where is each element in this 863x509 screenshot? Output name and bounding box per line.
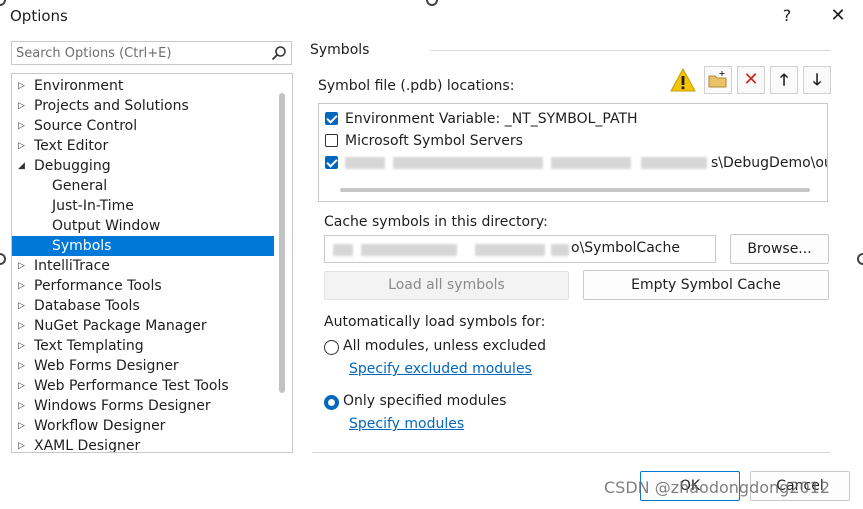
redacted-text — [345, 157, 385, 169]
load-all-symbols-button[interactable]: Load all symbols — [324, 271, 569, 300]
expand-arrow-icon[interactable]: ▷ — [18, 136, 25, 156]
search-icon[interactable] — [271, 45, 287, 61]
redacted-text — [641, 157, 707, 169]
tree-item-web-forms-designer[interactable]: ▷ Web Forms Designer — [12, 356, 274, 376]
expand-arrow-icon[interactable]: ▷ — [18, 96, 25, 116]
tree-item-symbols[interactable]: Symbols — [12, 236, 274, 256]
location-checkbox[interactable] — [325, 134, 338, 147]
tree-item-performance-tools[interactable]: ▷ Performance Tools — [12, 276, 274, 296]
location-checkbox[interactable] — [325, 156, 338, 169]
tree-item-text-templating[interactable]: ▷ Text Templating — [12, 336, 274, 356]
collapse-arrow-icon[interactable]: ◢ — [18, 156, 25, 176]
redacted-text — [475, 244, 545, 256]
list-item[interactable]: s\DebugDemo\ou — [325, 152, 827, 174]
section-title: Symbols — [310, 42, 370, 58]
tree-item-output-window[interactable]: Output Window — [12, 216, 274, 236]
expand-arrow-icon[interactable]: ▷ — [18, 376, 25, 396]
tree-item-windows-forms-designer[interactable]: ▷ Windows Forms Designer — [12, 396, 274, 416]
radio-button[interactable] — [324, 395, 339, 410]
watermark: CSDN @zhaodongdong2012 — [604, 478, 831, 497]
expand-arrow-icon[interactable]: ▷ — [18, 396, 25, 416]
help-button[interactable]: ? — [776, 4, 798, 28]
tree-item-environment[interactable]: ▷ Environment — [12, 76, 274, 96]
tree-item-source-control[interactable]: ▷ Source Control — [12, 116, 274, 136]
warning-icon — [668, 66, 698, 94]
expand-arrow-icon[interactable]: ▷ — [18, 296, 25, 316]
browse-button[interactable]: Browse... — [730, 234, 829, 264]
new-folder-icon — [708, 71, 727, 88]
tree-item-just-in-time[interactable]: Just-In-Time — [12, 196, 274, 216]
footer-divider — [312, 452, 830, 453]
expand-arrow-icon[interactable]: ▷ — [18, 256, 25, 276]
tree-scrollbar[interactable] — [279, 93, 285, 393]
cache-directory-value: o\SymbolCache — [571, 240, 680, 256]
tree-item-nuget-package-manager[interactable]: ▷ NuGet Package Manager — [12, 316, 274, 336]
tree-item-projects-and-solutions[interactable]: ▷ Projects and Solutions — [12, 96, 274, 116]
redacted-text — [393, 157, 543, 169]
cache-directory-label: Cache symbols in this directory: — [324, 214, 548, 230]
tree-item-web-performance-test-tools[interactable]: ▷ Web Performance Test Tools — [12, 376, 274, 396]
cache-directory-field[interactable]: o\SymbolCache — [324, 235, 716, 263]
new-folder-button[interactable] — [704, 66, 732, 94]
expand-arrow-icon[interactable]: ▷ — [18, 416, 25, 436]
delete-icon: ✕ — [743, 69, 759, 90]
expand-arrow-icon[interactable]: ▷ — [18, 316, 25, 336]
delete-button[interactable]: ✕ — [737, 66, 765, 94]
redacted-text — [333, 244, 353, 256]
specify-excluded-modules-link[interactable]: Specify excluded modules — [349, 361, 532, 377]
resize-handle-left[interactable] — [0, 253, 6, 265]
locations-hscrollbar[interactable] — [340, 188, 810, 192]
location-checkbox[interactable] — [325, 112, 338, 125]
move-up-icon: 🡑 — [779, 70, 789, 89]
expand-arrow-icon[interactable]: ▷ — [18, 336, 25, 356]
tree-item-text-editor[interactable]: ▷ Text Editor — [12, 136, 274, 156]
redacted-text — [551, 157, 631, 169]
resize-handle-right[interactable] — [857, 253, 863, 265]
redacted-text — [361, 244, 457, 256]
expand-arrow-icon[interactable]: ▷ — [18, 76, 25, 96]
move-down-icon: 🡓 — [812, 70, 822, 89]
tree-item-workflow-designer[interactable]: ▷ Workflow Designer — [12, 416, 274, 436]
search-input[interactable] — [16, 44, 266, 62]
radio-only-specified-modules[interactable]: Only specified modules — [324, 393, 524, 413]
auto-load-label: Automatically load symbols for: — [324, 314, 546, 330]
options-tree: ▷ Environment ▷ Projects and Solutions ▷ So… — [11, 73, 293, 453]
expand-arrow-icon[interactable]: ▷ — [18, 436, 25, 452]
expand-arrow-icon[interactable]: ▷ — [18, 356, 25, 376]
pdb-locations-label: Symbol file (.pdb) locations: — [318, 78, 515, 94]
section-divider — [430, 50, 830, 51]
expand-arrow-icon[interactable]: ▷ — [18, 116, 25, 136]
expand-arrow-icon[interactable]: ▷ — [18, 276, 25, 296]
redacted-text — [551, 244, 569, 256]
tree-item-database-tools[interactable]: ▷ Database Tools — [12, 296, 274, 316]
window-title: Options — [10, 7, 68, 25]
specify-modules-link[interactable]: Specify modules — [349, 416, 464, 432]
close-button[interactable]: ✕ — [826, 4, 850, 28]
tree-item-general[interactable]: General — [12, 176, 274, 196]
tree-item-intellitrace[interactable]: ▷ IntelliTrace — [12, 256, 274, 276]
radio-all-modules[interactable]: All modules, unless excluded — [324, 338, 564, 358]
search-box[interactable] — [11, 41, 292, 65]
empty-symbol-cache-button[interactable]: Empty Symbol Cache — [583, 270, 829, 300]
tree-item-debugging[interactable]: ◢ Debugging — [12, 156, 274, 176]
move-down-button[interactable]: 🡓 — [803, 66, 831, 94]
move-up-button[interactable]: 🡑 — [770, 66, 798, 94]
tree-item-xaml-designer[interactable]: ▷ XAML Designer — [12, 436, 274, 452]
radio-button[interactable] — [324, 340, 339, 355]
